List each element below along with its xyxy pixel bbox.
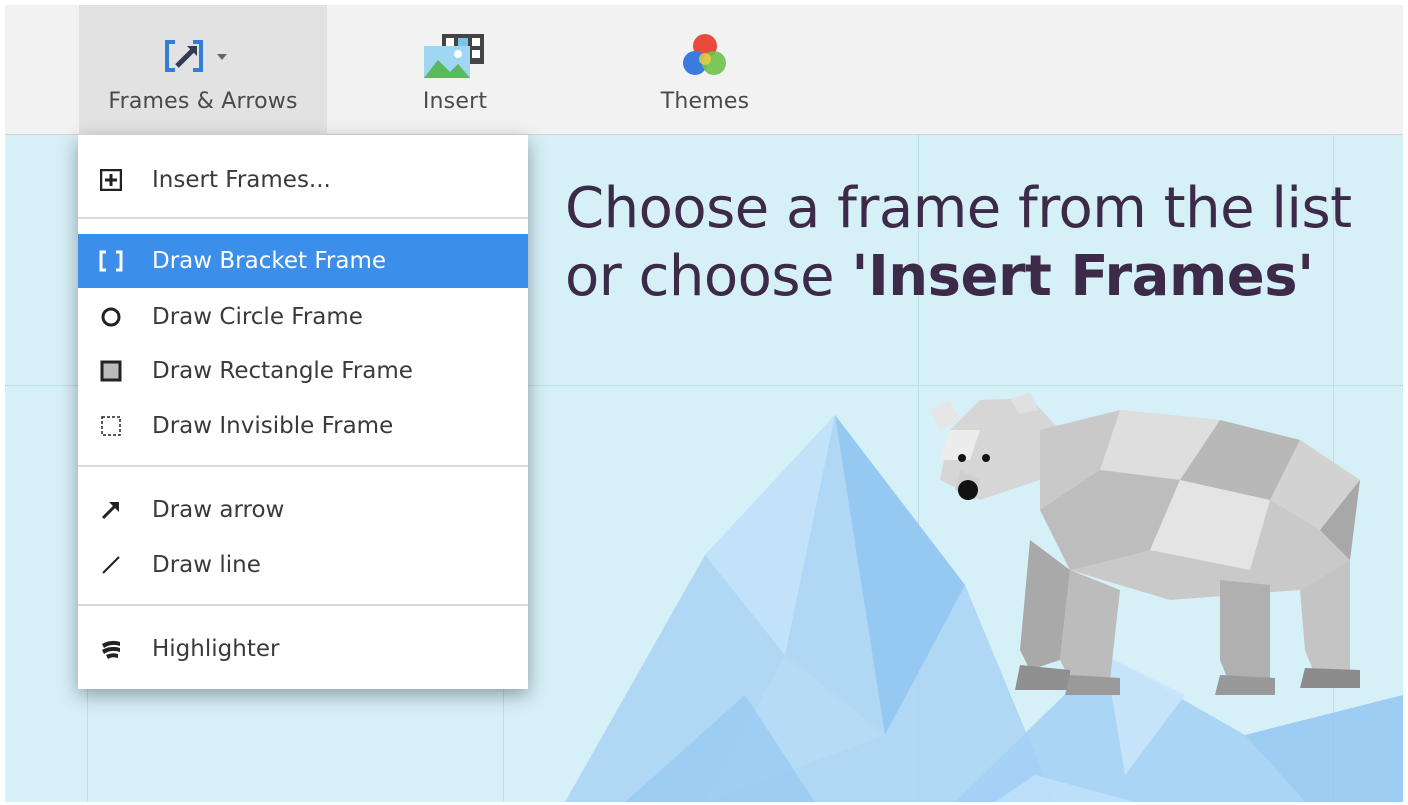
frames-arrows-button[interactable]: Frames & Arrows xyxy=(79,5,327,135)
menu-divider xyxy=(78,604,528,606)
menu-item-label: Draw line xyxy=(152,552,261,578)
menu-item-highlighter[interactable]: Highlighter xyxy=(78,622,528,676)
menu-item-label: Draw Bracket Frame xyxy=(152,248,386,274)
menu-item-label: Draw arrow xyxy=(152,497,285,523)
menu-item-insert-frames[interactable]: Insert Frames... xyxy=(78,153,528,207)
invisible-frame-icon xyxy=(98,413,124,439)
menu-item-label: Draw Circle Frame xyxy=(152,304,363,330)
line-icon xyxy=(98,552,124,578)
frames-arrows-icon xyxy=(163,31,243,81)
menu-item-draw-circle-frame[interactable]: Draw Circle Frame xyxy=(78,290,528,344)
themes-label: Themes xyxy=(660,89,750,114)
rectangle-frame-icon xyxy=(98,358,124,384)
menu-divider xyxy=(78,465,528,467)
menu-item-label: Draw Rectangle Frame xyxy=(152,358,413,384)
bracket-frame-icon xyxy=(98,248,124,274)
headline-bold-text: 'Insert Frames' xyxy=(851,244,1314,309)
highlighter-icon xyxy=(98,636,124,662)
polar-bear-illustration xyxy=(930,392,1360,695)
menu-item-draw-rectangle-frame[interactable]: Draw Rectangle Frame xyxy=(78,344,528,398)
menu-item-draw-invisible-frame[interactable]: Draw Invisible Frame xyxy=(78,399,528,453)
insert-label: Insert xyxy=(422,89,488,114)
plus-box-icon xyxy=(98,167,124,193)
slide-headline[interactable]: Choose a frame from the list or choose '… xyxy=(565,175,1385,311)
toolbar: Frames & Arrows Insert Themes xyxy=(5,5,1403,135)
menu-divider xyxy=(78,217,528,219)
frames-arrows-label: Frames & Arrows xyxy=(108,89,298,114)
menu-item-label: Insert Frames... xyxy=(152,167,331,193)
themes-button[interactable]: Themes xyxy=(635,5,775,135)
menu-item-draw-line[interactable]: Draw line xyxy=(78,538,528,592)
menu-item-label: Draw Invisible Frame xyxy=(152,413,394,439)
arrow-icon xyxy=(98,497,124,523)
menu-item-draw-arrow[interactable]: Draw arrow xyxy=(78,483,528,537)
circle-frame-icon xyxy=(98,304,124,330)
menu-item-draw-bracket-frame[interactable]: Draw Bracket Frame xyxy=(78,234,528,288)
menu-item-label: Highlighter xyxy=(152,636,280,662)
insert-media-icon xyxy=(420,31,490,81)
frames-arrows-dropdown: Insert Frames... Draw Bracket Frame Draw… xyxy=(78,135,528,689)
themes-icon xyxy=(680,31,730,81)
insert-button[interactable]: Insert xyxy=(385,5,525,135)
